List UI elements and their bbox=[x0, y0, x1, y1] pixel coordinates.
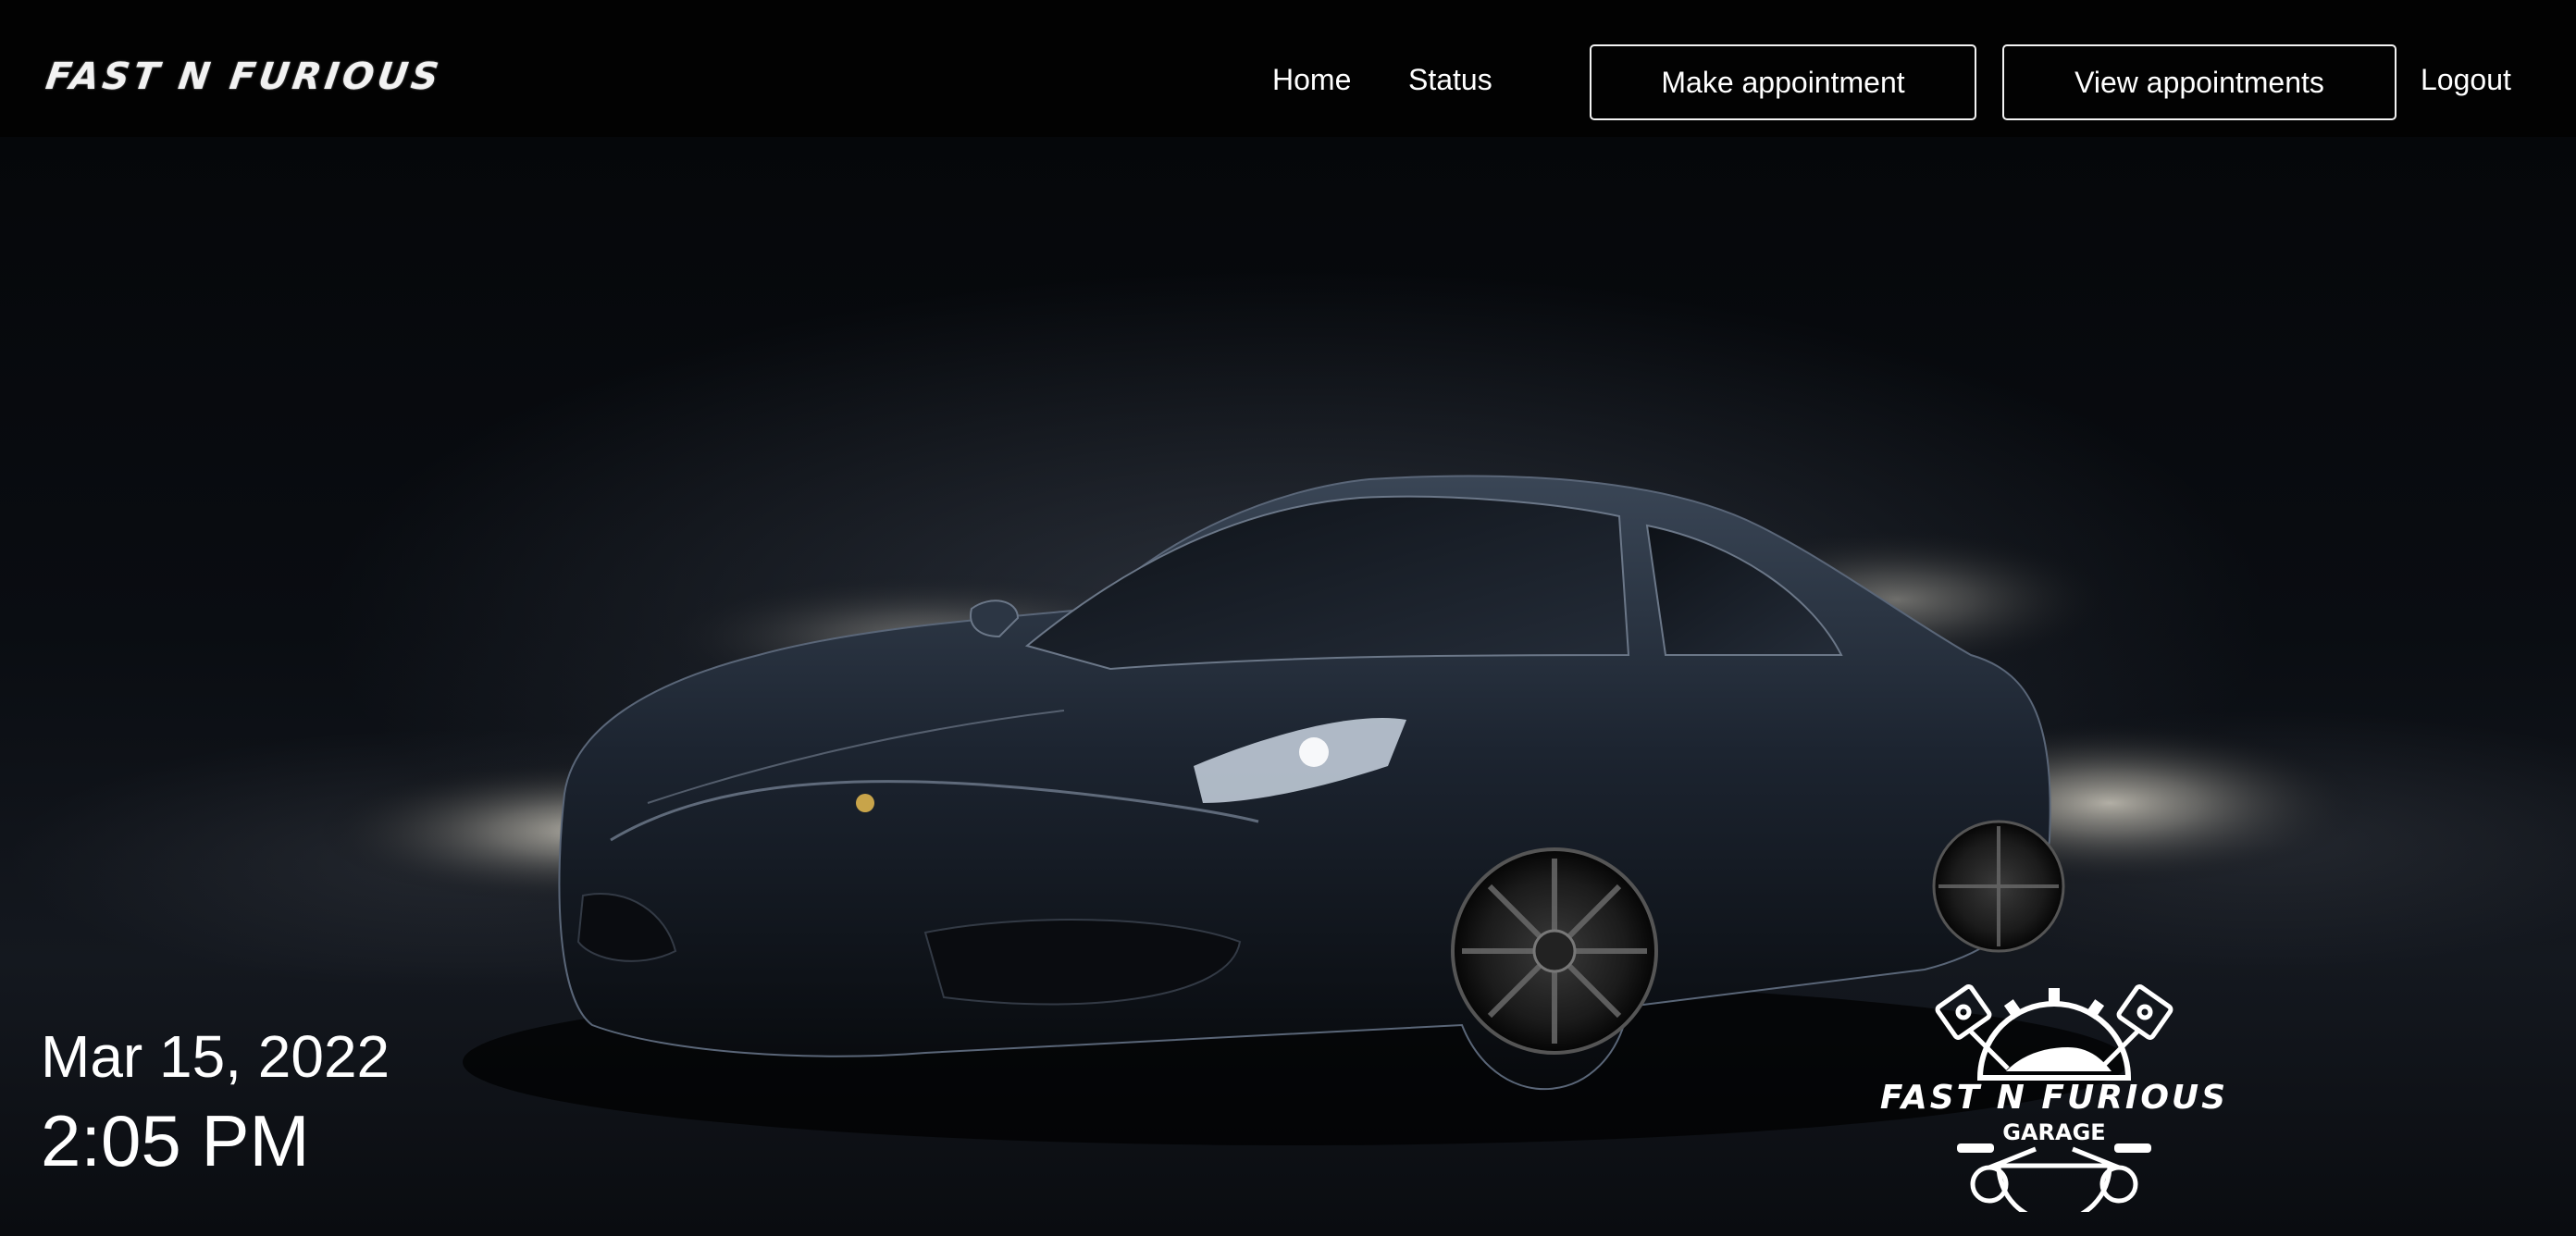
garage-logo-title: FAST N FURIOUS bbox=[1879, 1079, 2229, 1117]
navbar: FAST N FURIOUS Home Status Make appointm… bbox=[0, 0, 2576, 137]
view-appointments-button[interactable]: View appointments bbox=[2002, 44, 2396, 120]
nav-status-link[interactable]: Status bbox=[1408, 63, 1492, 97]
garage-logo-subtitle: GARAGE bbox=[2002, 1119, 2106, 1145]
garage-logo: FAST N FURIOUS GARAGE bbox=[1851, 981, 2258, 1224]
app-page: FAST N FURIOUS Home Status Make appointm… bbox=[0, 0, 2576, 1236]
current-time: 2:05 PM bbox=[41, 1100, 310, 1181]
nav-home-link[interactable]: Home bbox=[1272, 63, 1351, 97]
current-date: Mar 15, 2022 bbox=[41, 1023, 390, 1090]
make-appointment-button[interactable]: Make appointment bbox=[1590, 44, 1976, 120]
logout-link[interactable]: Logout bbox=[2421, 63, 2511, 97]
brand-logo[interactable]: FAST N FURIOUS bbox=[43, 56, 445, 98]
